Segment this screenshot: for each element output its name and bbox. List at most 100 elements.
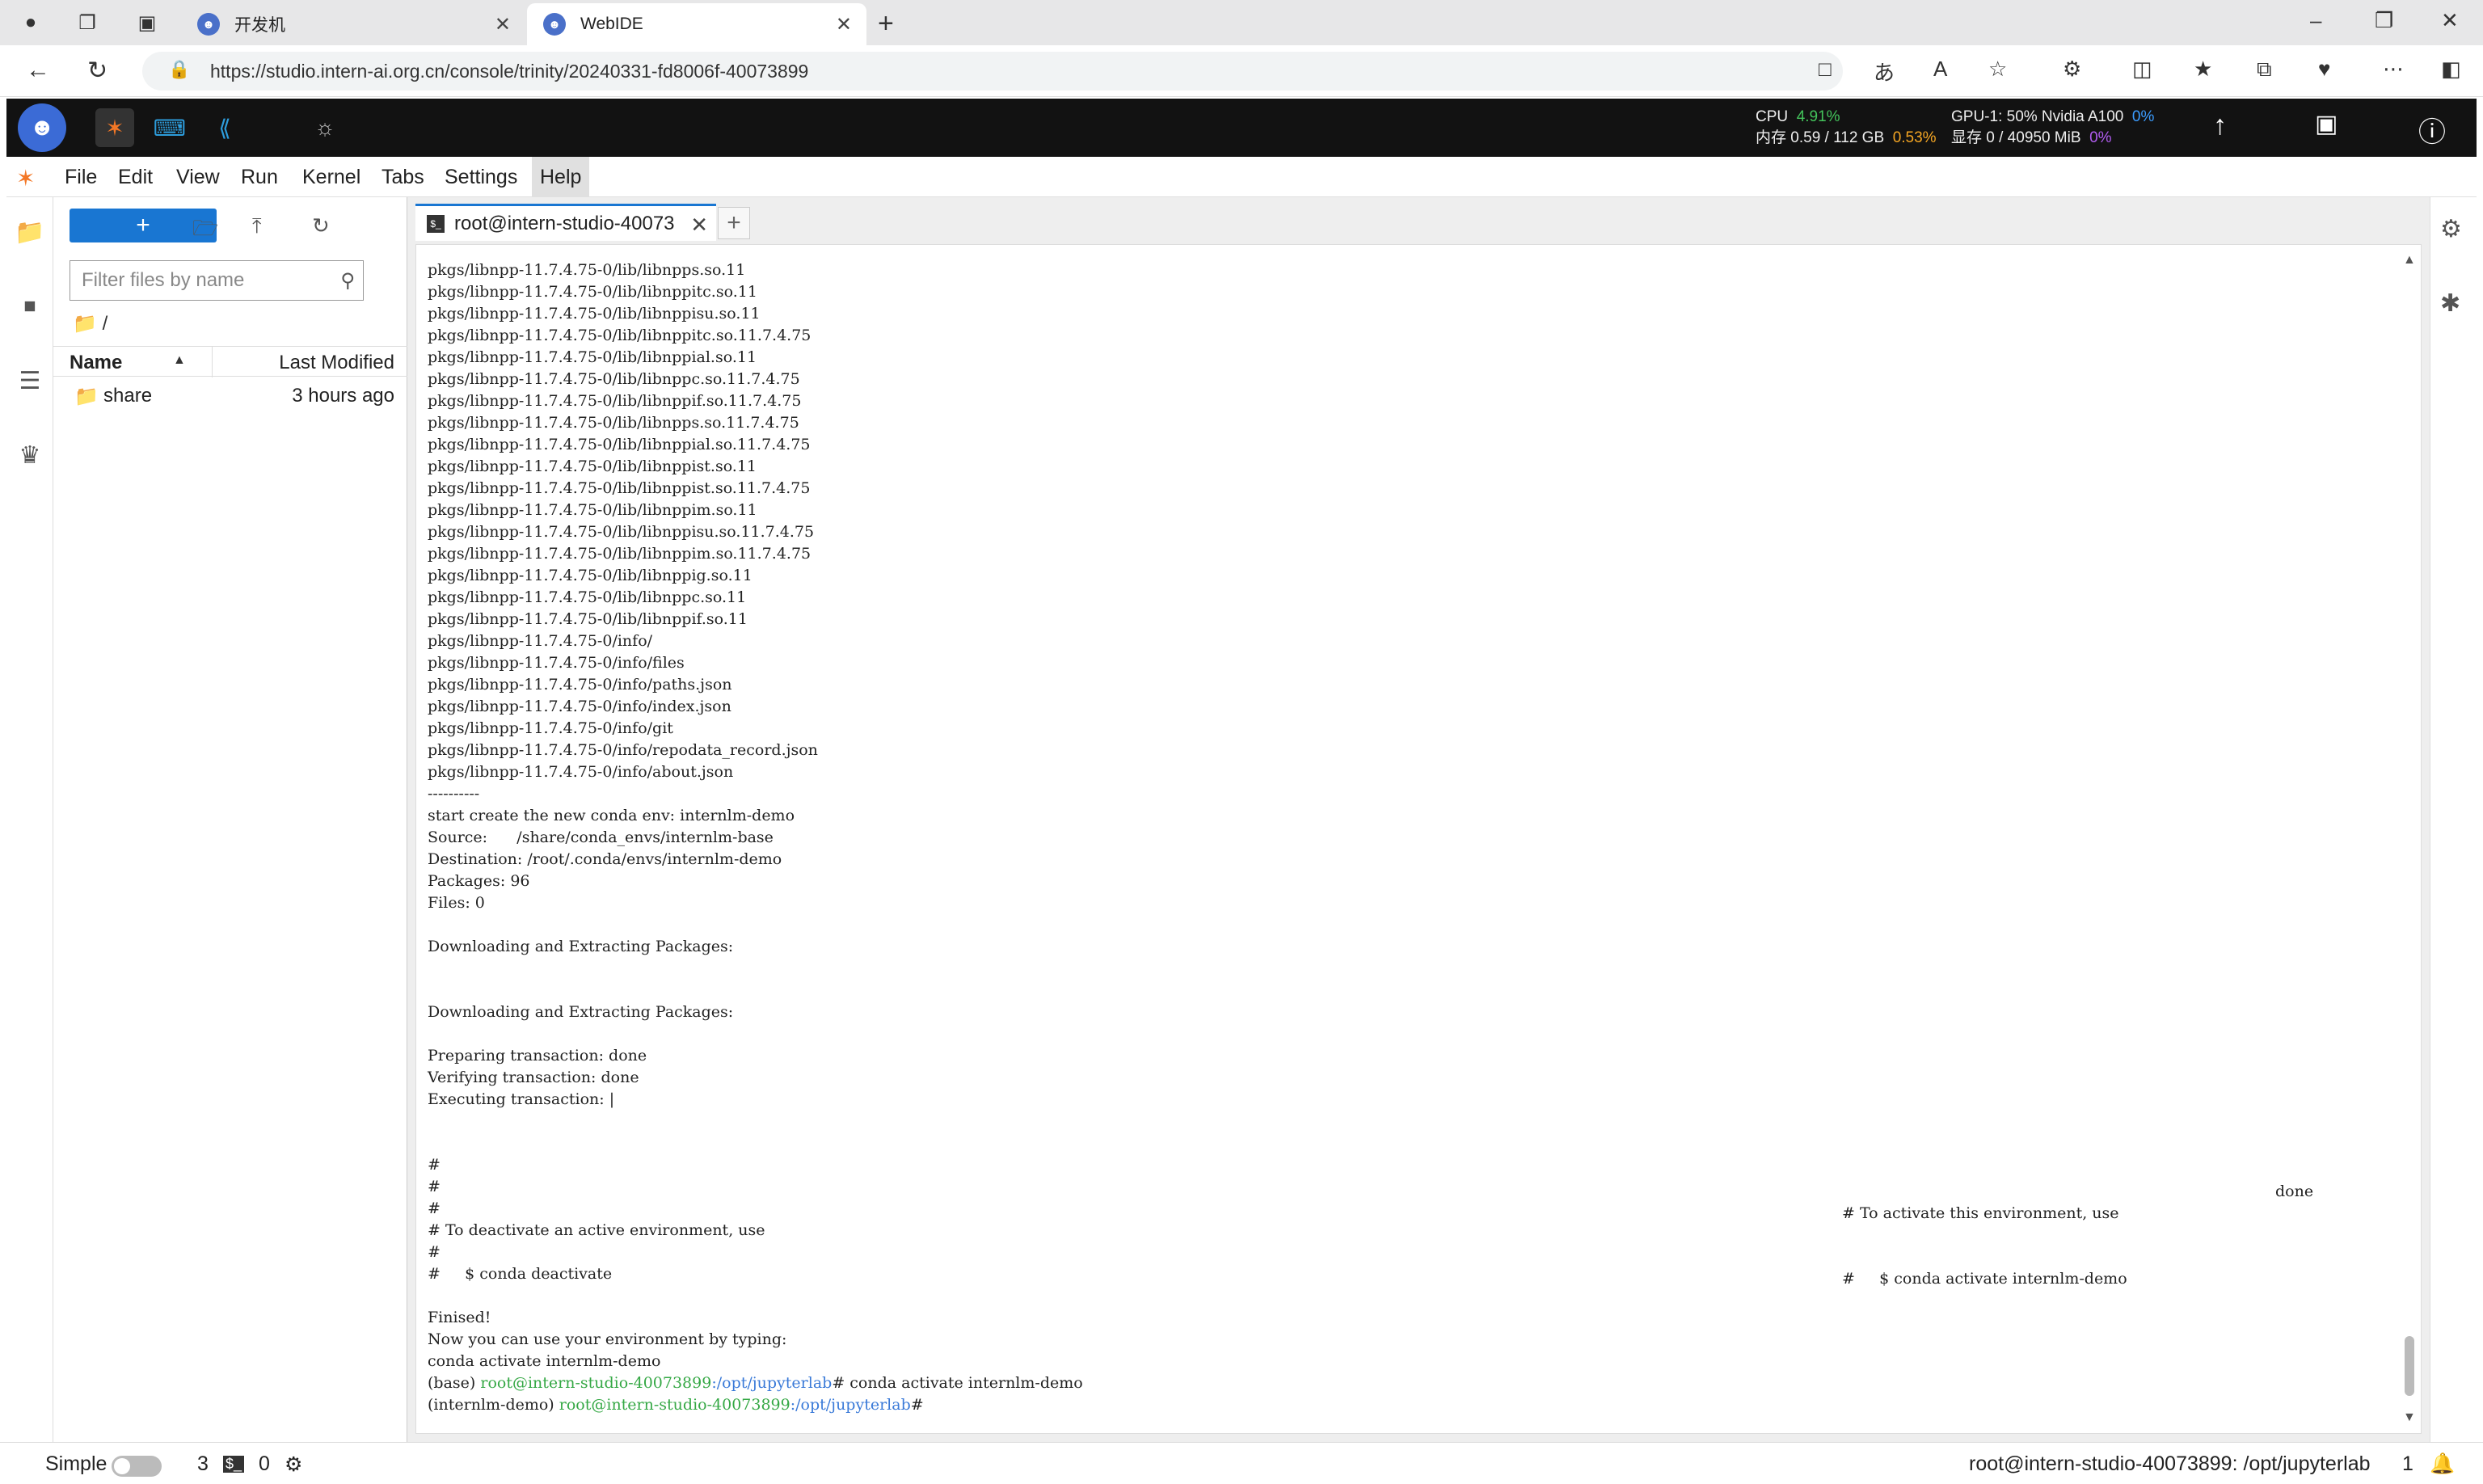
terminal-line: pkgs/libnpp-11.7.4.75-0/lib/libnppim.so.…	[428, 545, 812, 563]
collections-icon[interactable]: ⧉	[2257, 57, 2272, 82]
menu-run[interactable]: Run	[233, 157, 286, 197]
jupyter-app-icon[interactable]: ✶	[95, 108, 134, 147]
translate-icon[interactable]: あ	[1874, 57, 1895, 86]
add-tab-button[interactable]: +	[718, 207, 750, 239]
prompt-cmd: # conda activate internlm-demo	[832, 1374, 1083, 1392]
sort-ascending-icon[interactable]: ▲	[173, 353, 186, 368]
terminal-line: pkgs/libnpp-11.7.4.75-0/lib/libnppial.so…	[428, 348, 757, 366]
close-tab-icon[interactable]: ✕	[495, 13, 511, 36]
bell-icon[interactable]: 🔔	[2430, 1452, 2455, 1476]
reload-icon[interactable]: ↻	[87, 57, 107, 85]
tab-terminal[interactable]: $_ root@intern-studio-40073 ✕	[415, 204, 716, 241]
refresh-icon[interactable]: ↻	[312, 213, 330, 238]
kernel-icon: ⚙	[285, 1453, 303, 1476]
url-field[interactable]: https://studio.intern-ai.org.cn/console/…	[142, 52, 1843, 91]
split-screen-icon[interactable]: ◫	[2132, 57, 2152, 82]
restore-icon[interactable]: ❐	[2375, 8, 2393, 33]
terminal-icon: $_	[427, 214, 445, 233]
terminal-line: pkgs/libnpp-11.7.4.75-0/lib/libnppist.so…	[428, 457, 757, 475]
browser-tab-kaifaji[interactable]: ☻ 开发机 ✕	[181, 3, 525, 45]
kernel-count[interactable]: 0	[259, 1452, 270, 1476]
upload-icon[interactable]: ⤒	[252, 213, 262, 239]
profile-icon[interactable]: ●	[16, 10, 45, 36]
terminal-scrollbar[interactable]: ▲ ▼	[2403, 253, 2416, 1425]
extensions-icon[interactable]: ⚙	[2063, 57, 2081, 82]
workspaces-icon[interactable]: ❐	[73, 10, 102, 36]
column-divider[interactable]	[212, 347, 213, 377]
column-last-modified[interactable]: Last Modified	[279, 352, 394, 374]
intern-logo-icon[interactable]: ☻	[18, 103, 66, 152]
address-bar-row: ← ↻ https://studio.intern-ai.org.cn/cons…	[0, 45, 2483, 97]
favorites-icon[interactable]: ★	[2194, 57, 2212, 82]
simple-mode-toggle[interactable]	[112, 1456, 162, 1477]
menu-file[interactable]: File	[57, 157, 105, 197]
filter-placeholder: Filter files by name	[82, 269, 245, 291]
scroll-down-icon[interactable]: ▼	[2403, 1410, 2416, 1425]
mem-label: 内存 0.59 / 112 GB	[1756, 129, 1885, 146]
table-of-contents-icon[interactable]: ☰	[15, 365, 45, 396]
terminal-line: # To deactivate an active environment, u…	[428, 1221, 765, 1239]
terminal-count[interactable]: 3	[197, 1452, 209, 1476]
notification-count[interactable]: 1	[2402, 1452, 2413, 1476]
favorite-star-icon[interactable]: ☆	[1988, 57, 2007, 82]
list-item[interactable]: 📁 share 3 hours ago	[53, 380, 407, 412]
menu-edit[interactable]: Edit	[110, 157, 161, 197]
scroll-up-icon[interactable]: ▲	[2403, 253, 2416, 268]
info-icon[interactable]: ⓘ	[2418, 110, 2446, 150]
back-icon[interactable]: ←	[26, 57, 50, 84]
vram-label: 显存 0 / 40950 MiB	[1951, 129, 2081, 146]
menu-tabs[interactable]: Tabs	[373, 157, 432, 197]
terminal-line: # To activate this environment, use	[1842, 1204, 2119, 1222]
prompt-env: (internlm-demo)	[428, 1396, 559, 1414]
browser-tab-webide[interactable]: ☻ WebIDE ✕	[527, 3, 866, 45]
file-name: share	[103, 385, 153, 407]
terminal-line: # $ conda activate internlm-demo	[1842, 1270, 2127, 1288]
menu-kernel[interactable]: Kernel	[294, 157, 369, 197]
terminal-path: root@intern-studio-40073899: /opt/jupyte…	[1969, 1452, 2371, 1475]
terminal-line: pkgs/libnpp-11.7.4.75-0/info/git	[428, 719, 673, 737]
cpu-value: 4.91%	[1796, 108, 1840, 125]
lock-icon[interactable]: 🔒	[168, 59, 190, 80]
extensions-puzzle-icon[interactable]: ♛	[15, 440, 45, 470]
monitor-icon[interactable]: ▣	[2315, 110, 2338, 138]
status-bar: Simple 3 $_ 0 ⚙ root@intern-studio-40073…	[0, 1442, 2483, 1484]
menu-help[interactable]: Help	[532, 157, 590, 197]
file-browser-icon[interactable]: 📁	[15, 217, 45, 247]
terminal-view[interactable]: pkgs/libnpp-11.7.4.75-0/lib/libnpps.so.1…	[415, 244, 2422, 1434]
breadcrumb[interactable]: 📁 /	[73, 312, 107, 335]
read-aloud-icon[interactable]: A	[1933, 57, 1947, 82]
window-close-icon[interactable]: ✕	[2441, 8, 2459, 33]
close-tab-icon[interactable]: ✕	[836, 13, 852, 36]
performance-icon[interactable]: ♥	[2318, 57, 2330, 82]
code-app-icon[interactable]: ⌨	[150, 108, 189, 147]
right-sidebar: ⚙ ✱	[2430, 197, 2477, 1442]
running-sessions-icon[interactable]: ⏹	[15, 291, 45, 322]
scroll-thumb[interactable]	[2405, 1336, 2414, 1396]
compass-icon[interactable]: ☼	[306, 108, 344, 147]
new-tab-button[interactable]: +	[878, 8, 894, 40]
site-favicon-icon: ☻	[543, 13, 566, 36]
vscode-app-icon[interactable]: ⟪	[205, 108, 244, 147]
terminal-count-icon: $_	[223, 1456, 245, 1473]
menu-view[interactable]: View	[168, 157, 228, 197]
prompt-path: :/opt/jupyterlab	[790, 1396, 911, 1414]
property-inspector-icon[interactable]: ⚙	[2440, 215, 2462, 243]
filter-files-input[interactable]: Filter files by name ⚲	[70, 260, 364, 301]
sidebar-toggle-icon[interactable]: ◧	[2441, 57, 2461, 82]
breadcrumb-root[interactable]: /	[103, 313, 108, 335]
column-name[interactable]: Name	[70, 352, 122, 374]
debugger-icon[interactable]: ✱	[2440, 289, 2460, 318]
more-menu-icon[interactable]: ⋯	[2383, 57, 2404, 82]
app-available-icon[interactable]: □	[1819, 57, 1832, 82]
terminal-line: Now you can use your environment by typi…	[428, 1330, 787, 1348]
tensorflow-icon[interactable]: ↑	[2213, 110, 2227, 141]
minimize-icon[interactable]: –	[2310, 8, 2321, 33]
tab-actions-icon[interactable]: ▣	[133, 10, 162, 36]
terminal-line: Downloading and Extracting Packages:	[428, 1003, 734, 1021]
new-folder-icon[interactable]: 🗁	[192, 213, 218, 249]
close-tab-icon[interactable]: ✕	[690, 213, 708, 238]
url-text: https://studio.intern-ai.org.cn/console/…	[210, 60, 809, 82]
menu-settings[interactable]: Settings	[436, 157, 525, 197]
